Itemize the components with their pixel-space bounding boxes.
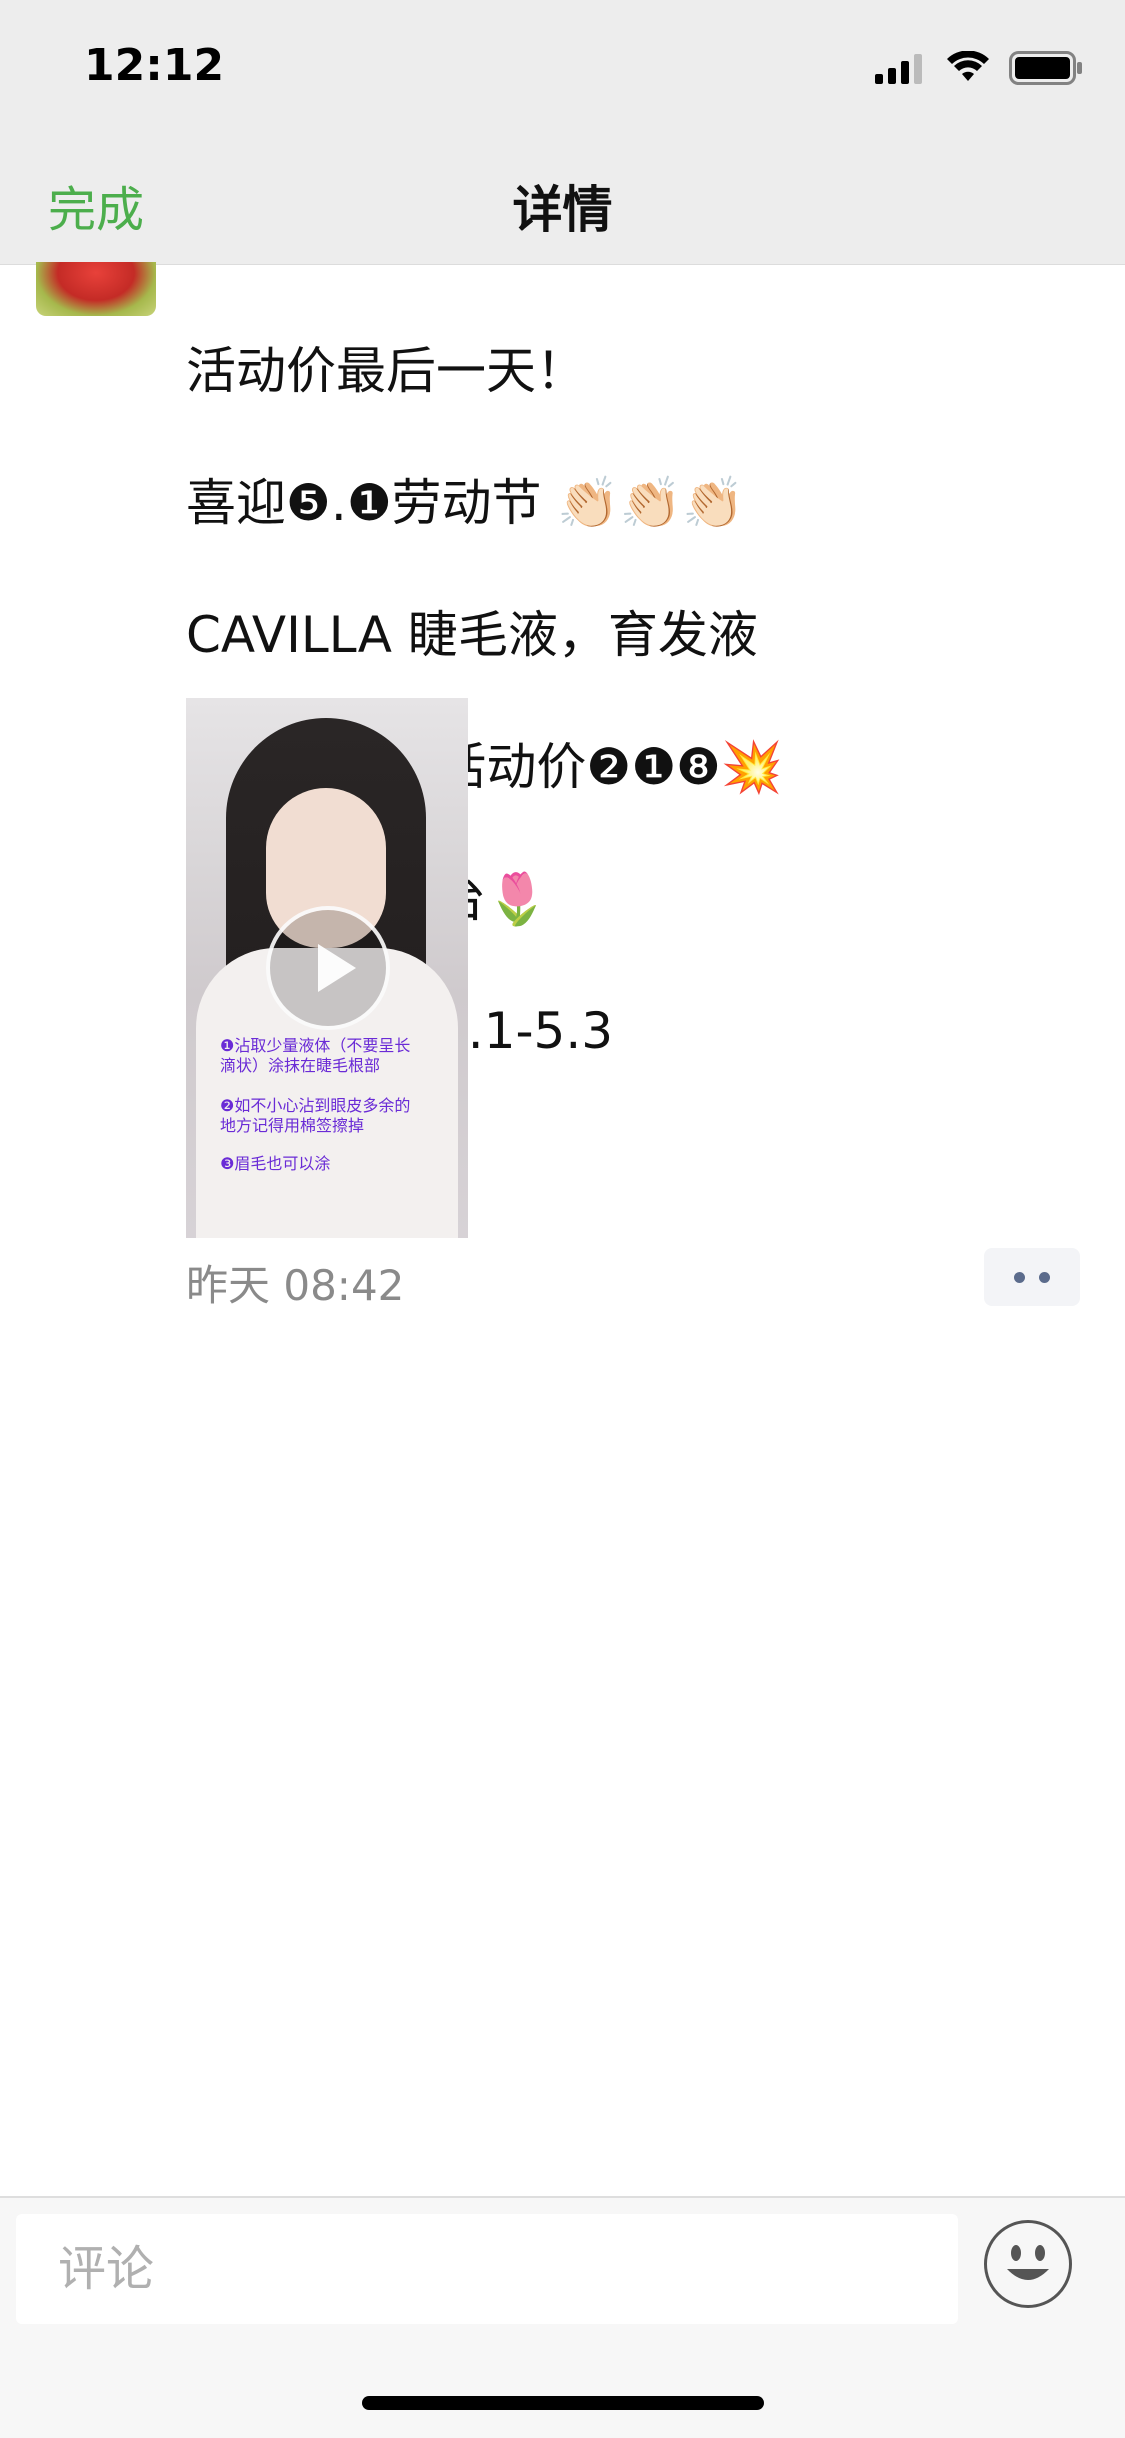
more-dots-icon: [1039, 1272, 1050, 1283]
emoji-face-icon[interactable]: [984, 2220, 1072, 2308]
status-bar: 12:12: [0, 0, 1125, 140]
page-title: 详情: [512, 181, 613, 239]
more-dots-icon: [1014, 1272, 1025, 1283]
video-overlay-text: ❸眉毛也可以涂: [220, 1154, 331, 1173]
play-icon[interactable]: [266, 906, 390, 1030]
more-button[interactable]: [984, 1248, 1080, 1306]
post-line: CAVILLA 睫毛液，育发液: [186, 606, 758, 664]
wifi-icon: [947, 51, 989, 81]
post-timestamp: 昨天 08:42: [186, 1261, 405, 1310]
comment-input[interactable]: 评论: [16, 2214, 958, 2324]
status-icons: [875, 48, 1083, 88]
video-overlay-text: ❶沾取少量液体（不要呈长 滴状）涂抹在睫毛根部: [220, 1036, 411, 1075]
post-line: 活动价最后一天！: [186, 342, 586, 400]
video-overlay-text: ❷如不小心沾到眼皮多余的 地方记得用棉签擦掉: [220, 1096, 411, 1135]
emoji-face-svg: [1007, 2245, 1049, 2280]
play-triangle: [318, 944, 356, 992]
battery-icon: [1009, 51, 1082, 85]
navigation-bar: 完成 详情: [0, 140, 1125, 265]
status-time: 12:12: [84, 40, 225, 91]
cellular-signal-icon: [875, 54, 922, 84]
avatar[interactable]: [36, 262, 156, 316]
post-line: 喜迎❺.❶劳动节 👏🏻👏🏻👏🏻: [186, 474, 745, 532]
home-indicator[interactable]: [362, 2396, 764, 2410]
video-thumbnail[interactable]: ❶沾取少量液体（不要呈长 滴状）涂抹在睫毛根部 ❷如不小心沾到眼皮多余的 地方记…: [186, 698, 468, 1238]
